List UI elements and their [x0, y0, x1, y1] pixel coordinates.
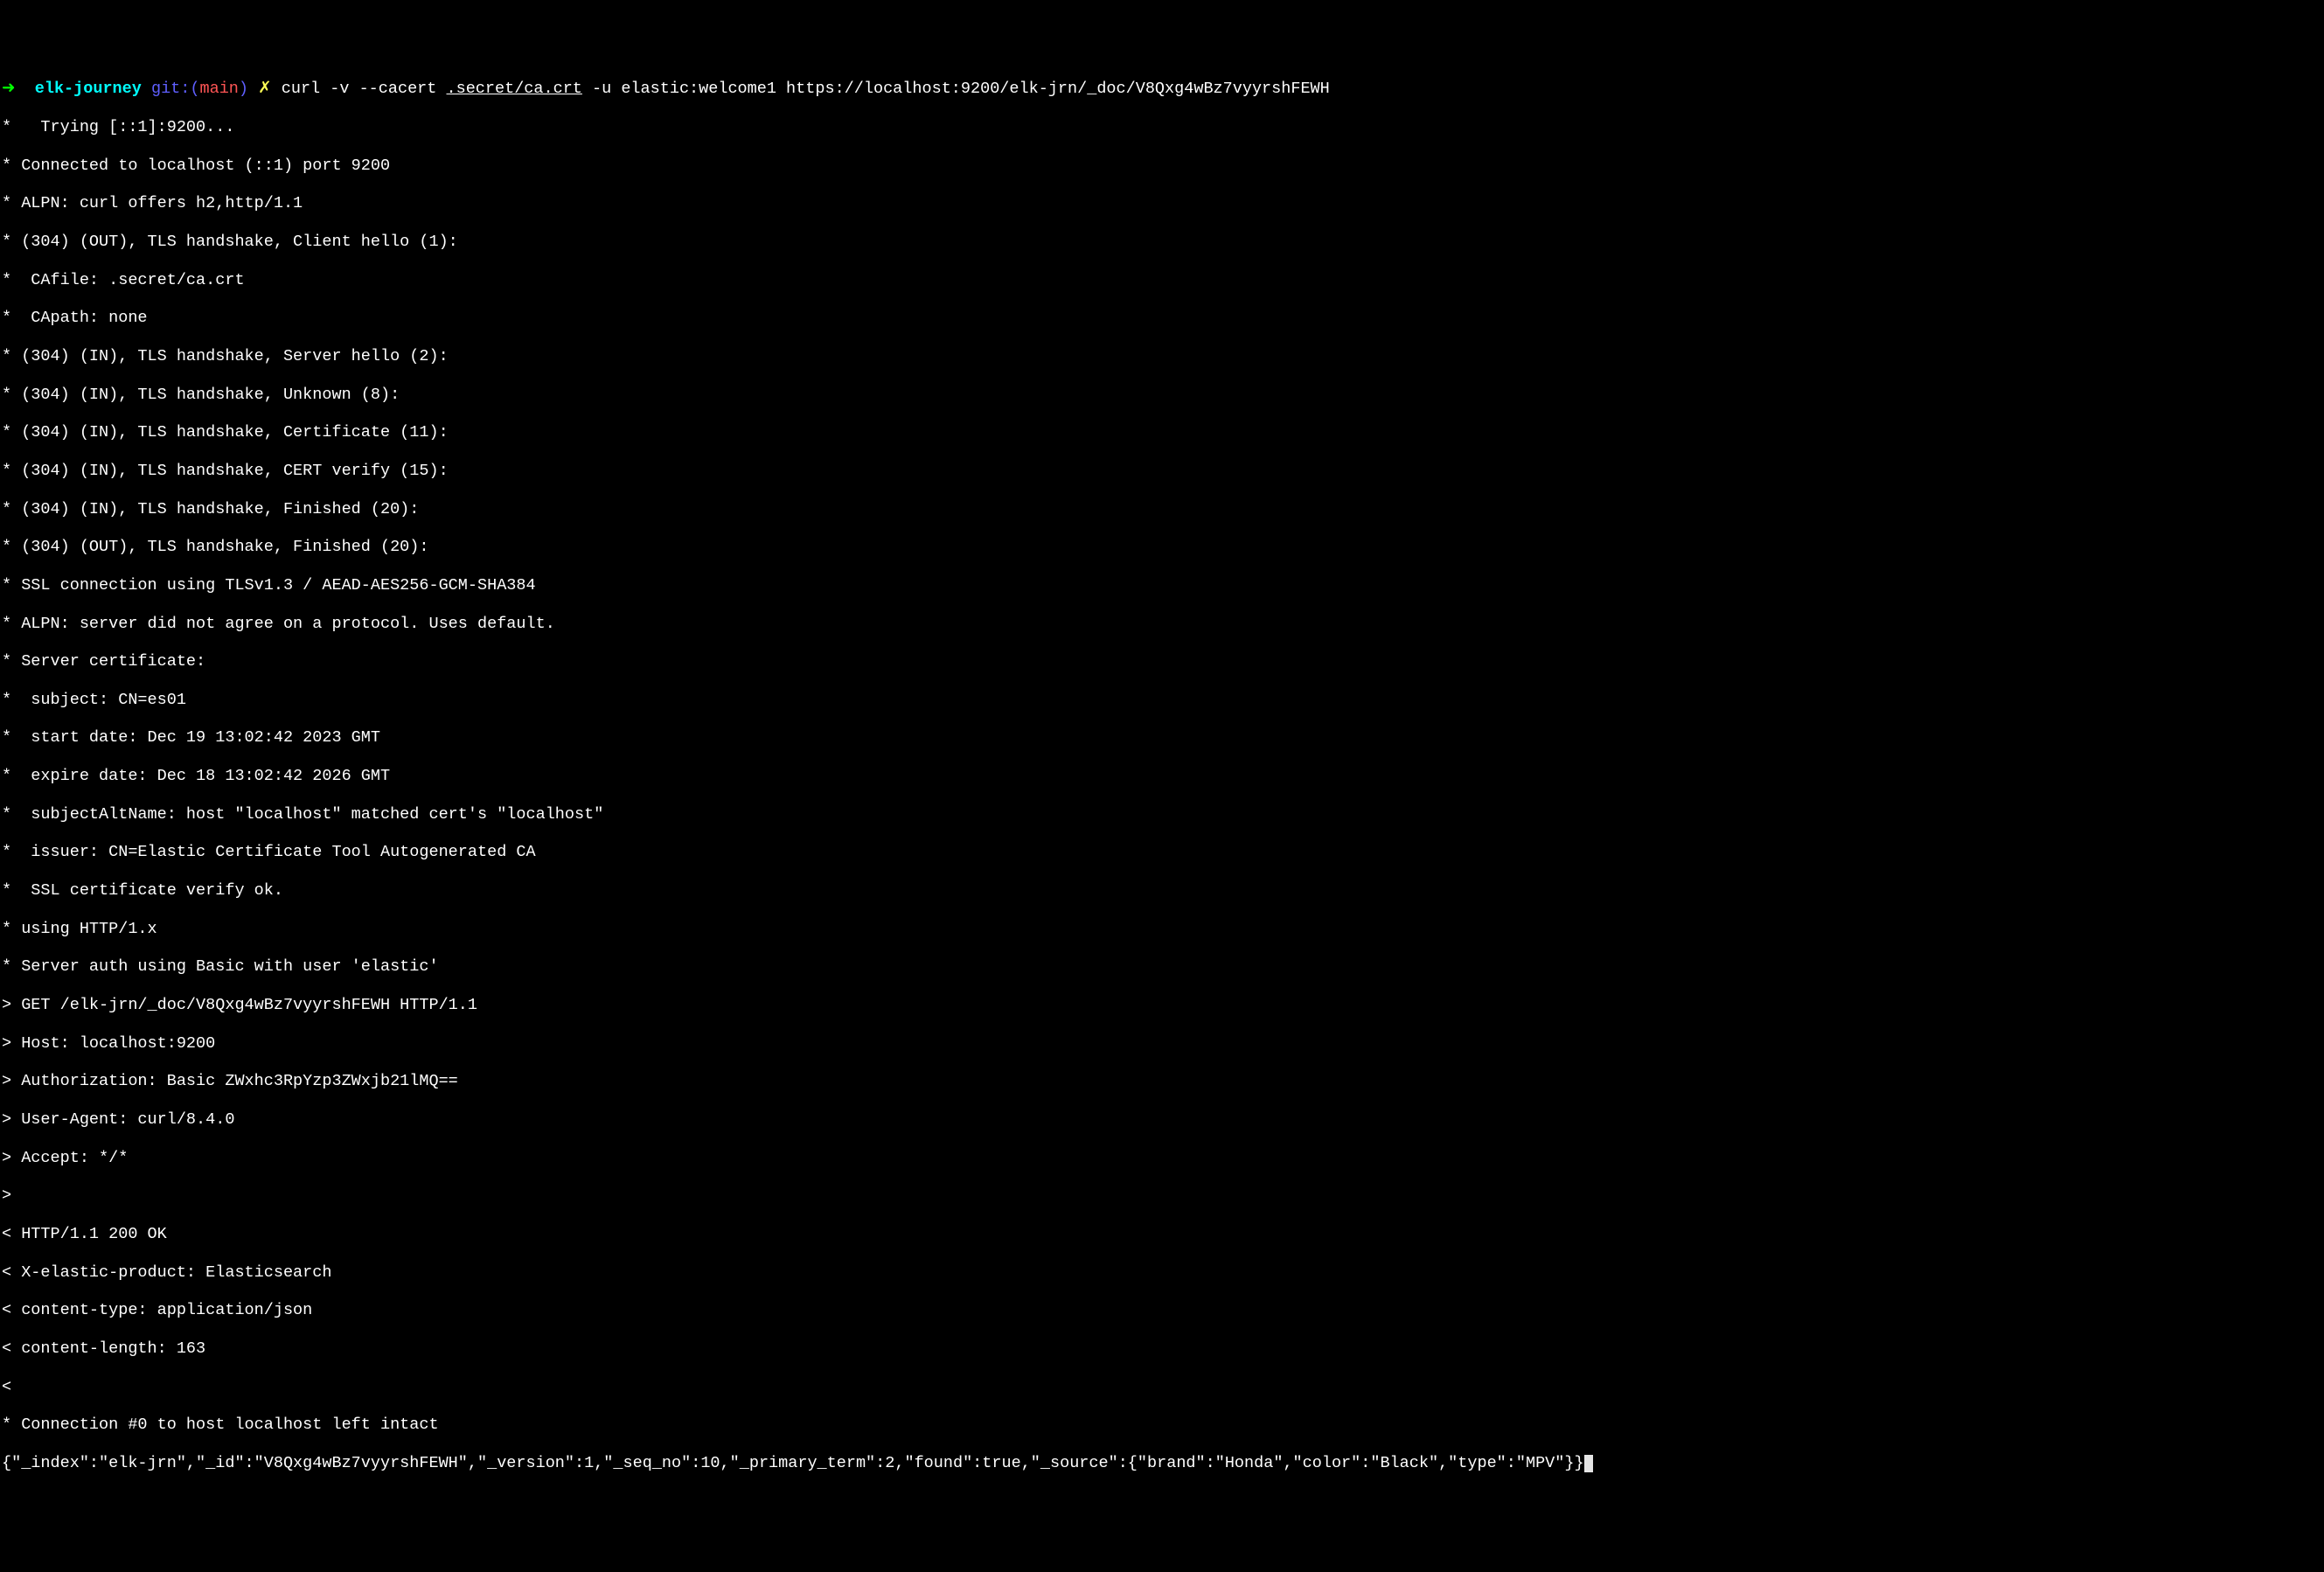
output-line: * start date: Dec 19 13:02:42 2023 GMT — [2, 728, 2322, 748]
output-line: * issuer: CN=Elastic Certificate Tool Au… — [2, 843, 2322, 862]
cmd-part1: curl -v --cacert — [282, 80, 447, 98]
output-line: * expire date: Dec 18 13:02:42 2026 GMT — [2, 767, 2322, 786]
json-body: {"_index":"elk-jrn","_id":"V8Qxg4wBz7vyy… — [2, 1454, 1584, 1472]
git-label-open: git:( — [151, 80, 200, 98]
output-line: * (304) (IN), TLS handshake, Certificate… — [2, 423, 2322, 442]
output-line: < HTTP/1.1 200 OK — [2, 1225, 2322, 1244]
terminal-cursor — [1584, 1455, 1593, 1472]
terminal-output[interactable]: ➜ elk-journey git:(main) ✗ curl -v --cac… — [2, 80, 2322, 1472]
output-line: * CAfile: .secret/ca.crt — [2, 271, 2322, 290]
git-label-close: ) — [239, 80, 248, 98]
output-line: * (304) (IN), TLS handshake, CERT verify… — [2, 462, 2322, 481]
output-line: * Connection #0 to host localhost left i… — [2, 1415, 2322, 1435]
output-line: < content-length: 163 — [2, 1339, 2322, 1359]
output-line: * (304) (IN), TLS handshake, Unknown (8)… — [2, 386, 2322, 405]
output-line: * (304) (IN), TLS handshake, Finished (2… — [2, 500, 2322, 519]
output-line: * ALPN: server did not agree on a protoc… — [2, 615, 2322, 634]
output-line: * ALPN: curl offers h2,http/1.1 — [2, 194, 2322, 213]
prompt-line: ➜ elk-journey git:(main) ✗ curl -v --cac… — [2, 80, 2322, 99]
cmd-part2: -u elastic:welcome1 https://localhost:92… — [582, 80, 1330, 98]
prompt-arrow: ➜ — [2, 80, 16, 98]
output-line: * using HTTP/1.x — [2, 920, 2322, 939]
output-line: < — [2, 1378, 2322, 1397]
output-line: > Host: localhost:9200 — [2, 1034, 2322, 1054]
output-line: > GET /elk-jrn/_doc/V8Qxg4wBz7vyyrshFEWH… — [2, 996, 2322, 1015]
output-line: * subject: CN=es01 — [2, 691, 2322, 710]
output-line: > User-Agent: curl/8.4.0 — [2, 1110, 2322, 1130]
json-response-line: {"_index":"elk-jrn","_id":"V8Qxg4wBz7vyy… — [2, 1454, 2322, 1473]
output-line: * Trying [::1]:9200... — [2, 118, 2322, 137]
output-line: * Server auth using Basic with user 'ela… — [2, 957, 2322, 977]
output-line: * subjectAltName: host "localhost" match… — [2, 805, 2322, 824]
cacert-path: .secret/ca.crt — [446, 80, 581, 98]
output-line: * (304) (OUT), TLS handshake, Client hel… — [2, 233, 2322, 252]
output-line: > Authorization: Basic ZWxhc3RpYzp3ZWxjb… — [2, 1072, 2322, 1091]
output-line: * CApath: none — [2, 309, 2322, 328]
git-branch: main — [199, 80, 238, 98]
output-line: * SSL certificate verify ok. — [2, 881, 2322, 901]
prompt-dir: elk-journey — [35, 80, 142, 98]
dirty-mark: ✗ — [258, 80, 272, 98]
output-line: * (304) (OUT), TLS handshake, Finished (… — [2, 538, 2322, 557]
output-line: * SSL connection using TLSv1.3 / AEAD-AE… — [2, 576, 2322, 595]
output-line: * (304) (IN), TLS handshake, Server hell… — [2, 347, 2322, 366]
output-line: > Accept: */* — [2, 1149, 2322, 1168]
output-line: * Connected to localhost (::1) port 9200 — [2, 157, 2322, 176]
output-line: < X-elastic-product: Elasticsearch — [2, 1263, 2322, 1283]
output-line: > — [2, 1186, 2322, 1206]
output-line: * Server certificate: — [2, 652, 2322, 671]
output-line: < content-type: application/json — [2, 1301, 2322, 1320]
